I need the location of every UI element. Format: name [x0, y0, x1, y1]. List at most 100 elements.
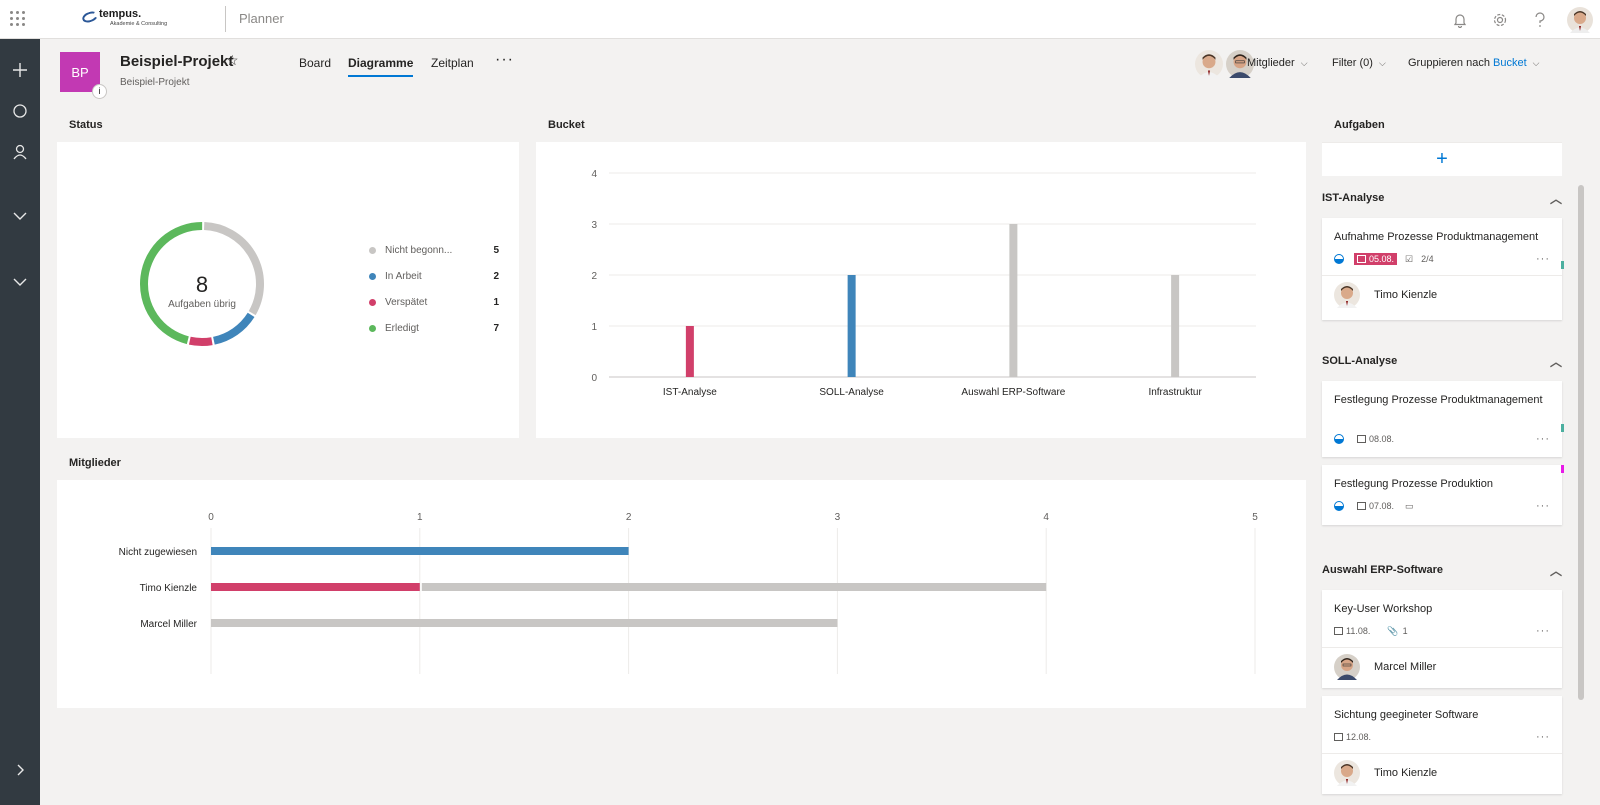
more-tabs-icon[interactable]: ···: [495, 51, 514, 69]
logo-name: tempus.: [99, 8, 142, 20]
tab-zeitplan[interactable]: Zeitplan: [431, 56, 474, 75]
plan-initials: BP: [71, 64, 89, 80]
legend-item[interactable]: Erledigt 7: [369, 323, 499, 334]
task-meta: 08.08.: [1334, 433, 1405, 445]
bar: [211, 583, 420, 591]
calendar-icon: [1334, 733, 1343, 741]
legend-dot: [369, 299, 376, 306]
y-tick-label: 3: [591, 220, 597, 231]
y-tick-label: 2: [591, 271, 597, 282]
group-by-label: Gruppieren nach: [1408, 57, 1490, 69]
info-icon[interactable]: i: [92, 84, 107, 99]
x-tick-label: 4: [1043, 512, 1049, 523]
legend-item[interactable]: Nicht begonn... 5: [369, 245, 499, 256]
group-by-value: Bucket: [1493, 57, 1527, 69]
donut-slice: [212, 312, 255, 345]
x-tick-label: Auswahl ERP-Software: [961, 387, 1065, 398]
members-bar-chart: 0 1 2 3 4 5 Nicht zugewiesen Timo Kienzle Marcel…: [119, 512, 1258, 674]
members-card: Mitglieder 0 1 2 3 4 5 Nicht zugewiesen Timo Ki…: [57, 446, 1306, 708]
task-card[interactable]: Key-User Workshop 11.08. 📎 1 ··· Marcel …: [1322, 590, 1562, 688]
legend-count: 1: [493, 297, 499, 308]
task-meta: 12.08.: [1334, 731, 1382, 743]
task-assignee[interactable]: Marcel Miller: [1334, 654, 1436, 680]
label-color-bar: [1561, 424, 1564, 432]
members-card-title: Mitglieder: [57, 446, 1306, 480]
donut-center-label: Aufgaben übrig: [168, 299, 236, 310]
bucket-header[interactable]: IST-Analyse ︿: [1322, 190, 1562, 207]
tab-board[interactable]: Board: [299, 56, 331, 75]
attachment-count: 1: [1402, 626, 1408, 636]
chevron-down-icon: ⌵: [1378, 58, 1386, 68]
x-tick-label: 0: [208, 512, 214, 523]
tasks-scrollbar[interactable]: [1578, 185, 1584, 700]
task-meta: 11.08. 📎 1: [1334, 625, 1408, 637]
avatar: [1334, 760, 1360, 786]
calendar-icon: [1357, 255, 1366, 263]
task-card[interactable]: Sichtung geegineter Software 12.08. ··· …: [1322, 696, 1562, 794]
bucket-bar-chart: 0 1 2 3 4 IST-Analyse SOLL-Analyse Auswahl ERP-…: [591, 169, 1256, 398]
bucket-name: Auswahl ERP-Software: [1322, 564, 1444, 576]
filter-button[interactable]: Filter (0) ⌵: [1332, 57, 1386, 69]
bar: [1009, 224, 1018, 377]
circle-icon[interactable]: [0, 96, 40, 126]
bell-icon[interactable]: [1440, 0, 1480, 39]
gear-icon[interactable]: [1480, 0, 1520, 39]
tab-diagramme[interactable]: Diagramme: [348, 56, 414, 77]
member-avatars[interactable]: [1195, 50, 1254, 78]
x-tick-label: 1: [417, 512, 423, 523]
task-more-icon[interactable]: ···: [1536, 731, 1550, 743]
progress-icon: [1334, 254, 1344, 264]
plus-icon[interactable]: [0, 55, 40, 85]
task-more-icon[interactable]: ···: [1536, 500, 1550, 512]
favorite-star-icon[interactable]: ☆: [226, 52, 239, 69]
y-tick-label: Marcel Miller: [140, 619, 197, 630]
plan-title: Beispiel-Projekt: [120, 53, 234, 70]
legend-dot: [369, 273, 376, 280]
task-more-icon[interactable]: ···: [1536, 433, 1550, 445]
bar: [847, 275, 856, 377]
legend-item[interactable]: Verspätet 1: [369, 297, 499, 308]
attachment-icon: 📎: [1387, 625, 1399, 636]
due-date: 07.08.: [1369, 501, 1395, 511]
task-card[interactable]: Festlegung Prozesse Produktmanagement 08…: [1322, 381, 1564, 457]
chevron-right-icon[interactable]: [0, 755, 40, 785]
legend-item[interactable]: In Arbeit 2: [369, 271, 499, 282]
x-tick-label: 5: [1252, 512, 1258, 523]
add-task-button[interactable]: +: [1322, 142, 1562, 176]
bucket-header[interactable]: Auswahl ERP-Software ︿: [1322, 562, 1562, 579]
checklist-icon: ☑: [1405, 253, 1414, 264]
app-launcher-icon[interactable]: [10, 11, 26, 27]
left-rail: [0, 39, 40, 805]
bar: [211, 547, 629, 555]
task-card[interactable]: Aufnahme Prozesse Produktmanagement 05.0…: [1322, 218, 1564, 320]
chevron-up-icon[interactable]: ︿: [1550, 190, 1562, 207]
status-donut-chart: 8 Aufgaben übrig: [140, 222, 264, 346]
task-card[interactable]: Festlegung Prozesse Produktion 07.08. ▭ …: [1322, 465, 1564, 525]
bucket-header[interactable]: SOLL-Analyse ︿: [1322, 353, 1562, 370]
chevron-down-icon[interactable]: [0, 201, 40, 231]
task-more-icon[interactable]: ···: [1536, 253, 1550, 265]
task-more-icon[interactable]: ···: [1536, 625, 1550, 637]
legend-count: 5: [493, 245, 499, 256]
group-by-button[interactable]: Gruppieren nach Bucket ⌵: [1408, 57, 1539, 69]
bar: [211, 619, 838, 627]
due-date: 12.08.: [1346, 732, 1372, 742]
user-avatar[interactable]: [1560, 0, 1600, 39]
chevron-up-icon[interactable]: ︿: [1550, 562, 1562, 579]
due-date-badge: 05.08.: [1354, 253, 1398, 265]
donut-slice: [188, 336, 213, 346]
chevron-up-icon[interactable]: ︿: [1550, 353, 1562, 370]
label-color-bar: [1561, 261, 1564, 269]
donut-slice: [140, 222, 203, 345]
members-filter-button[interactable]: Mitglieder ⌵: [1247, 57, 1308, 69]
due-date: 11.08.: [1346, 626, 1371, 636]
bar: [685, 326, 694, 377]
chevron-down-icon[interactable]: [0, 267, 40, 297]
task-assignee[interactable]: Timo Kienzle: [1334, 760, 1437, 786]
task-assignee[interactable]: Timo Kienzle: [1334, 282, 1437, 308]
chevron-down-icon: ⌵: [1532, 58, 1540, 68]
app-name[interactable]: Planner: [239, 11, 284, 26]
task-title: Festlegung Prozesse Produktmanagement: [1334, 394, 1543, 406]
person-icon[interactable]: [0, 137, 40, 167]
help-icon[interactable]: [1520, 0, 1560, 39]
